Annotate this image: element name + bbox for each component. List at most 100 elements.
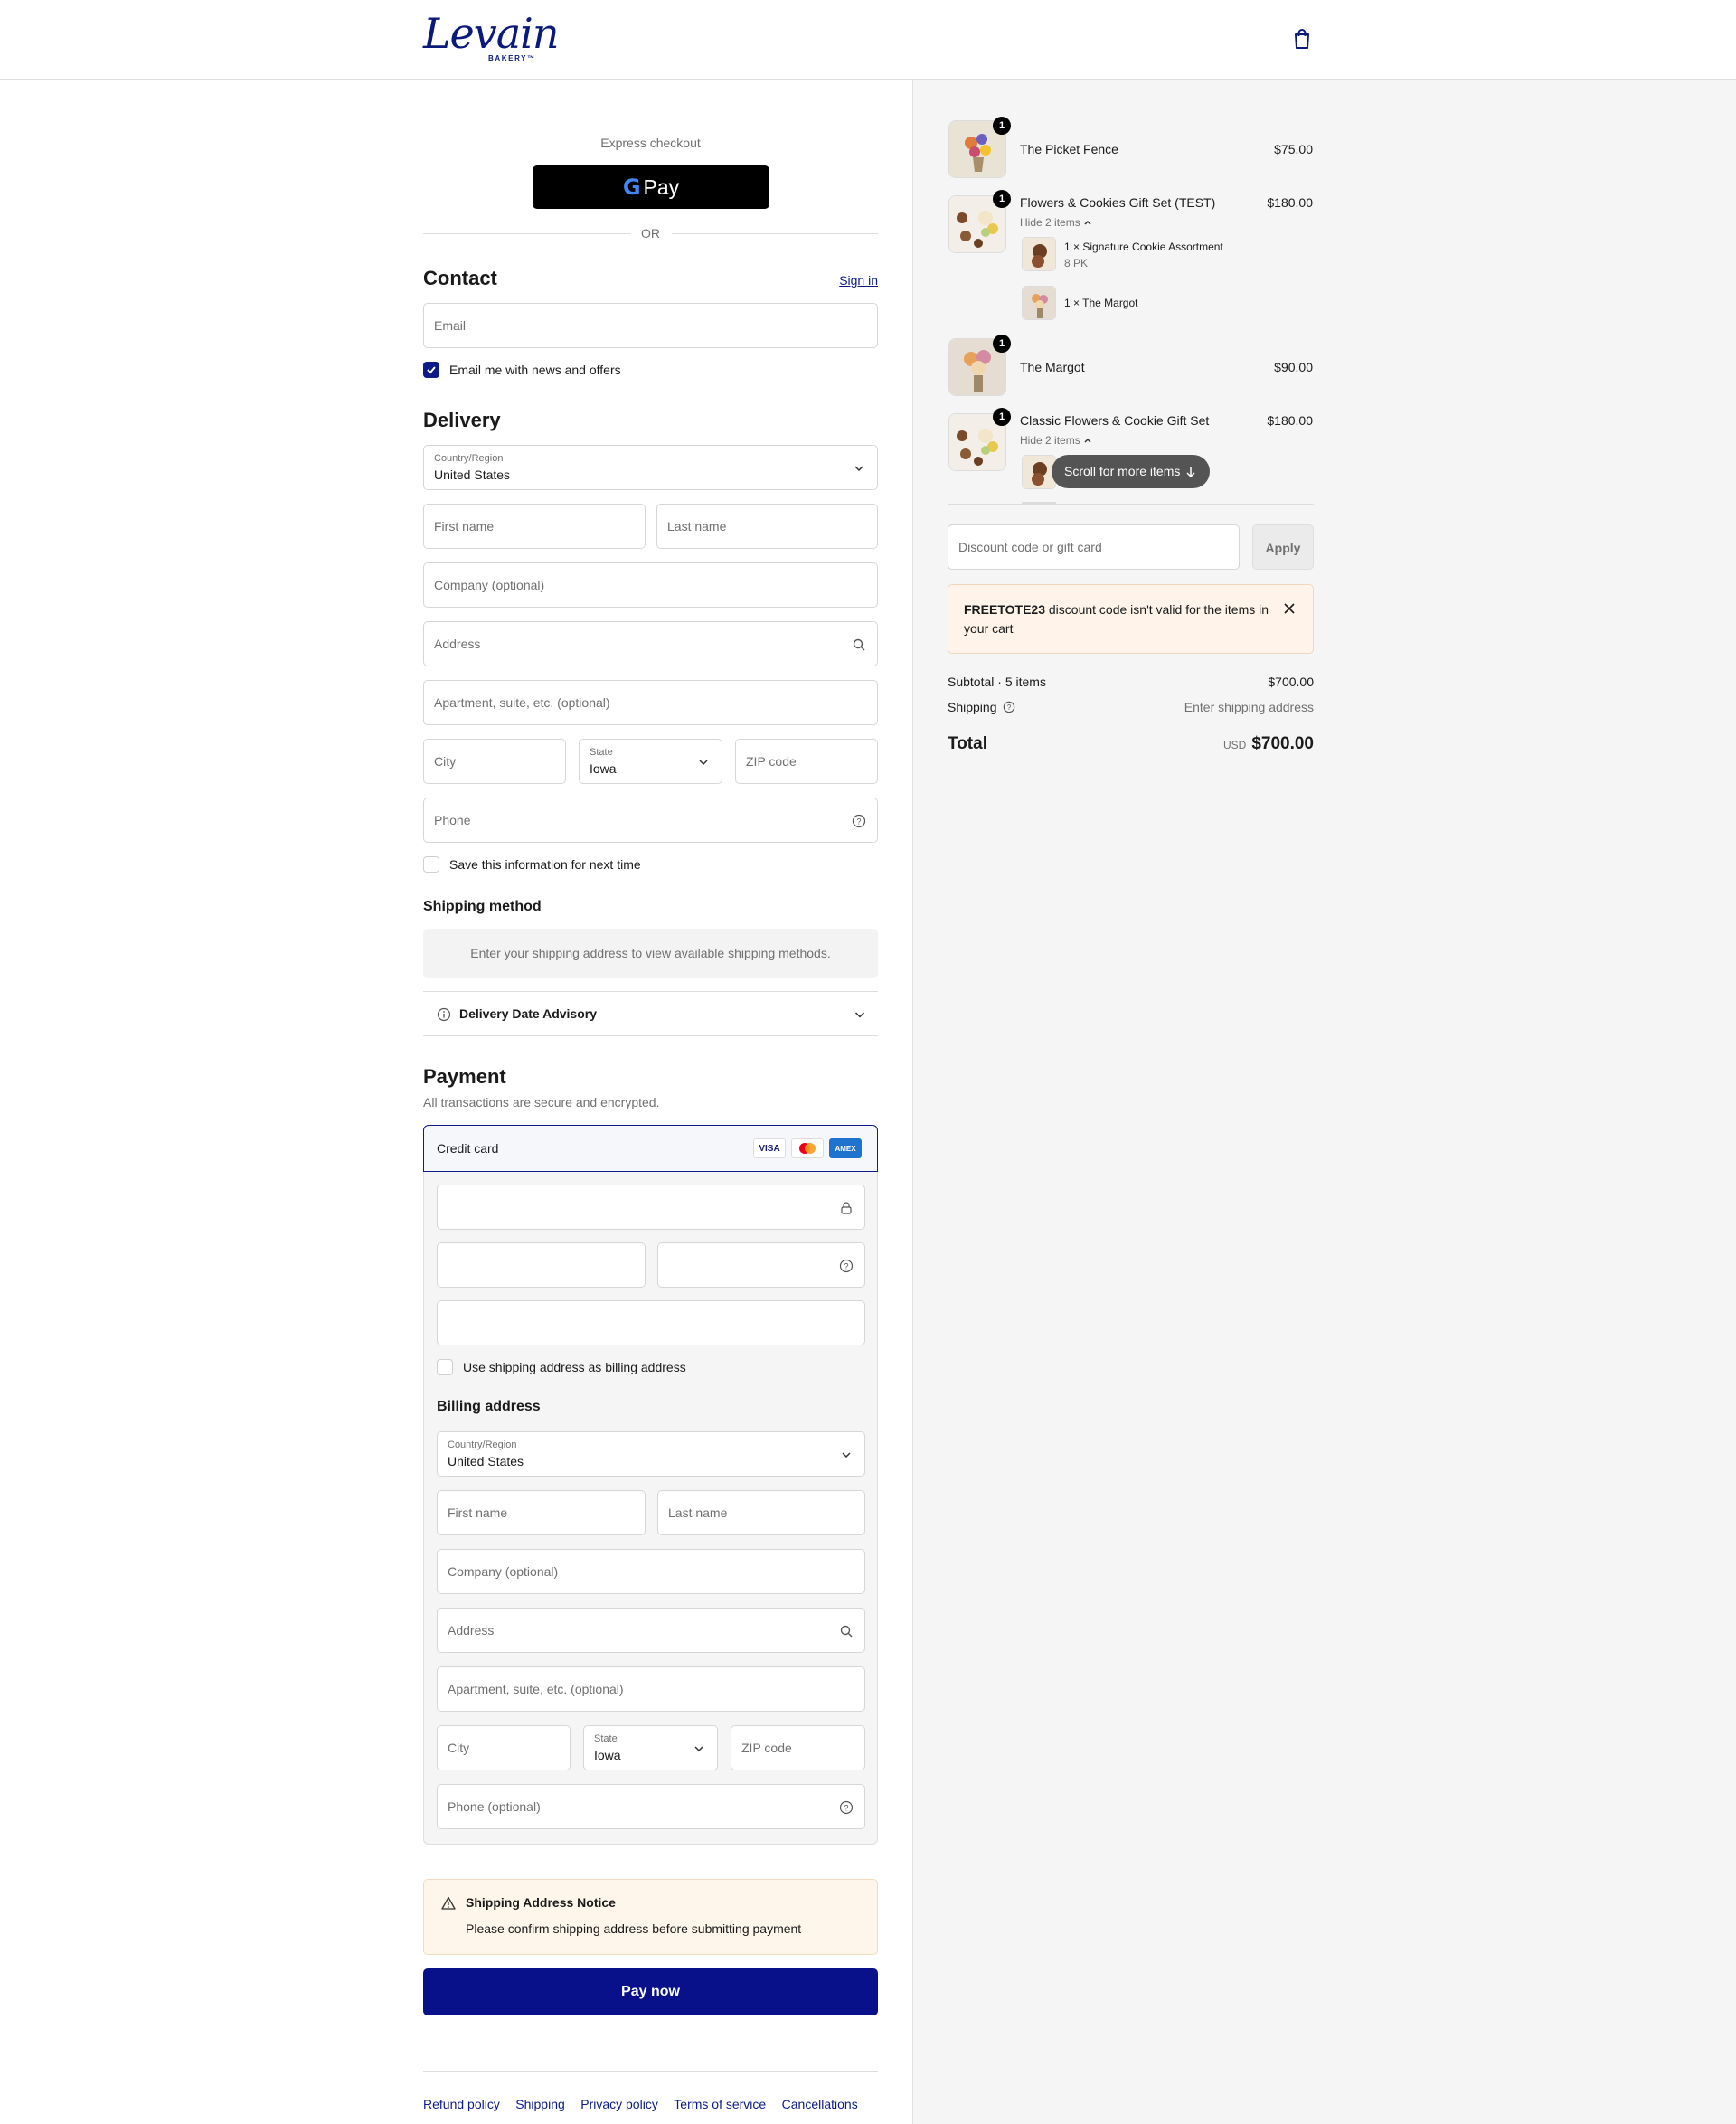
delivery-heading: Delivery [423,409,501,431]
country-select[interactable]: Country/Region United States [423,445,878,490]
city-placeholder: City [434,754,457,769]
apply-discount-button[interactable]: Apply [1252,524,1314,570]
expiry-field[interactable] [437,1242,646,1288]
total-amount: USD $700.00 [1133,734,1314,754]
shipping-method-heading: Shipping method [423,899,542,914]
billing-country-select[interactable]: Country/Region United States [437,1431,865,1477]
item-name: Classic Flowers & Cookie Gift Set [1020,413,1210,428]
chevron-down-icon [854,1012,865,1018]
billing-city-field[interactable]: City [437,1725,571,1770]
express-checkout-title: Express checkout [600,136,701,150]
chevron-up-icon [1084,438,1091,443]
discount-error-message: FREETOTE23 discount code isn't valid for… [964,600,1271,638]
hide-items-toggle[interactable]: Hide 2 items [1020,434,1092,447]
lock-icon [841,1202,852,1214]
address-field[interactable]: Address [423,621,878,666]
item-name: Flowers & Cookies Gift Set (TEST) [1020,195,1216,210]
phone-field[interactable]: Phone ? [423,798,878,843]
hide-items-label: Hide 2 items [1020,434,1080,447]
company-field[interactable]: Company (optional) [423,562,878,608]
cancellations-link[interactable]: Cancellations [782,2097,858,2111]
address-placeholder: Address [434,637,481,651]
shopping-bag-icon[interactable] [1291,27,1313,51]
last-name-field[interactable]: Last name [656,504,878,549]
privacy-policy-link[interactable]: Privacy policy [580,2097,658,2111]
apartment-field[interactable]: Apartment, suite, etc. (optional) [423,680,878,725]
credit-card-option[interactable]: Credit card VISA AMEX [423,1125,878,1172]
billing-apartment-placeholder: Apartment, suite, etc. (optional) [448,1682,624,1696]
first-name-field[interactable]: First name [423,504,646,549]
quantity-badge: 1 [993,408,1011,426]
billing-state-value: Iowa [594,1748,621,1762]
notice-body: Please confirm shipping address before s… [466,1921,802,1936]
refund-policy-link[interactable]: Refund policy [423,2097,500,2111]
sub-item-text: 1 × Signature Cookie Assortment [1064,241,1223,253]
order-summary-panel [912,80,1736,2124]
zip-field[interactable]: ZIP code [735,739,878,784]
billing-address-placeholder: Address [448,1623,495,1638]
footer-policy-links: Refund policy Shipping Privacy policy Te… [423,2071,878,2111]
save-info-checkbox[interactable] [423,856,439,873]
company-placeholder: Company (optional) [434,578,545,592]
item-name: The Margot [1020,360,1085,374]
warning-icon [441,1896,456,1910]
notice-title: Shipping Address Notice [466,1895,616,1910]
shipping-policy-link[interactable]: Shipping [515,2097,565,2111]
scroll-for-more-button[interactable]: Scroll for more items [1052,455,1210,488]
check-icon [427,366,436,374]
billing-address-field[interactable]: Address [437,1608,865,1653]
help-circle-icon[interactable]: ? [852,814,866,828]
sub-item-image [1022,237,1056,271]
help-circle-icon[interactable]: ? [1003,701,1015,713]
name-on-card-field[interactable] [437,1300,865,1345]
shipping-methods-notice: Enter your shipping address to view avai… [423,929,878,978]
discount-code-field[interactable]: Discount code or gift card [948,524,1240,570]
shipping-label: Shipping ? [948,700,1015,714]
levain-logo[interactable]: Levain BAKERY™ [423,13,560,63]
total-label: Total [948,734,987,753]
billing-state-select[interactable]: State Iowa [583,1725,718,1770]
billing-phone-field[interactable]: Phone (optional) ? [437,1784,865,1829]
chevron-up-icon [1084,220,1091,225]
item-price: $75.00 [1274,142,1313,156]
payment-block: Credit card VISA AMEX ? Use shipping add… [423,1125,878,1845]
billing-city-placeholder: City [448,1741,470,1755]
terms-of-service-link[interactable]: Terms of service [674,2097,766,2111]
billing-phone-placeholder: Phone (optional) [448,1799,541,1814]
close-icon[interactable] [1283,602,1296,615]
help-circle-icon[interactable]: ? [839,1800,854,1815]
use-shipping-checkbox[interactable] [437,1359,453,1375]
billing-zip-field[interactable]: ZIP code [731,1725,865,1770]
visa-icon: VISA [753,1138,786,1158]
search-icon [853,638,865,651]
hide-items-toggle[interactable]: Hide 2 items [1020,216,1092,229]
gpay-label: Pay [643,175,680,199]
google-pay-button[interactable]: G Pay [533,165,769,209]
billing-company-field[interactable]: Company (optional) [437,1549,865,1594]
card-number-field[interactable] [437,1185,865,1230]
billing-heading: Billing address [437,1399,541,1414]
help-circle-icon[interactable]: ? [839,1259,854,1273]
state-label: State [590,747,613,758]
svg-text:?: ? [1007,703,1012,712]
last-name-placeholder: Last name [667,519,727,533]
pay-now-button[interactable]: Pay now [423,1968,878,2015]
quantity-badge: 1 [993,335,1011,353]
billing-last-name-field[interactable]: Last name [657,1490,865,1535]
email-field[interactable]: Email [423,303,878,348]
billing-first-name-field[interactable]: First name [437,1490,646,1535]
security-code-field[interactable]: ? [657,1242,865,1288]
delivery-date-advisory[interactable]: Delivery Date Advisory [423,991,878,1036]
country-value: United States [434,467,511,482]
sign-in-link[interactable]: Sign in [839,273,878,288]
item-price: $90.00 [1274,360,1313,374]
newsletter-checkbox[interactable] [423,362,439,378]
use-shipping-label: Use shipping address as billing address [463,1360,686,1374]
amex-icon: AMEX [829,1138,862,1158]
search-icon [840,1625,853,1638]
state-select[interactable]: State Iowa [579,739,722,784]
billing-apartment-field[interactable]: Apartment, suite, etc. (optional) [437,1666,865,1712]
city-field[interactable]: City [423,739,566,784]
info-icon [437,1007,451,1022]
sub-item-note: 8 PK [1064,257,1089,269]
